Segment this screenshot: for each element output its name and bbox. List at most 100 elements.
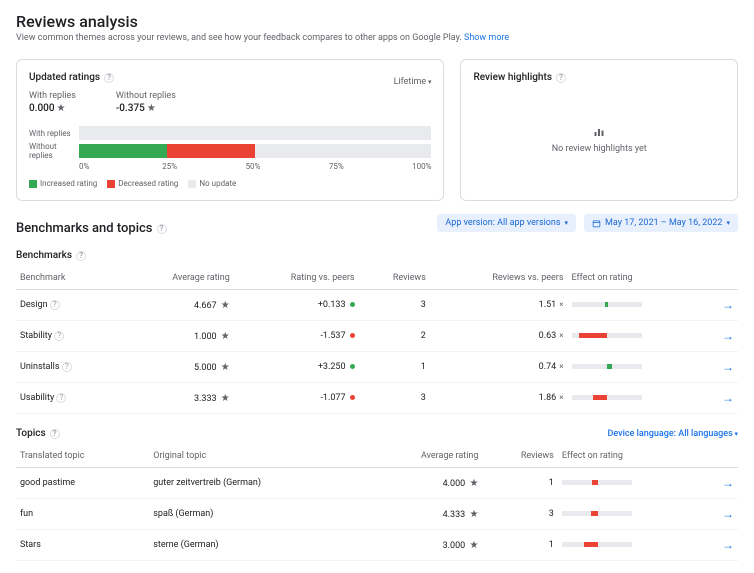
bench-name: Stability ? [16, 321, 120, 352]
bench-effect [568, 321, 704, 352]
topics-subhead: Topics [16, 428, 46, 439]
bench-name: Design ? [16, 290, 120, 321]
arrow-right-icon[interactable]: → [722, 476, 734, 490]
bench-peers: -1.537 [234, 321, 359, 352]
help-icon[interactable]: ? [62, 362, 72, 372]
col-avg: Average rating [120, 267, 234, 290]
help-icon[interactable]: ? [76, 251, 86, 261]
topic-original: spaß (German) [149, 499, 362, 530]
updated-ratings-chart: With replies Without replies 0% 25% 50% … [29, 126, 431, 171]
topic-translated: good pastime [16, 468, 149, 499]
bench-effect [568, 352, 704, 383]
col-benchmark: Benchmark [16, 267, 120, 290]
star-icon: ★ [221, 331, 230, 342]
help-icon[interactable]: ? [56, 393, 66, 403]
bench-rvp: 1.51 × [430, 290, 568, 321]
table-row: Starssterne (German)3.000 ★1 → [16, 530, 738, 561]
help-icon[interactable]: ? [54, 331, 64, 341]
table-row: funspaß (German)4.333 ★3→ [16, 499, 738, 530]
topic-translated: fun [16, 499, 149, 530]
legend-swatch-green [29, 180, 37, 188]
review-highlights-card: Review highlights ? No review highlights… [460, 59, 738, 201]
star-icon: ★ [469, 509, 478, 520]
trend-dot [350, 302, 355, 307]
help-icon[interactable]: ? [50, 300, 60, 310]
col-translated: Translated topic [16, 445, 149, 468]
bar-without-replies [79, 144, 431, 158]
bench-peers: +3.250 [234, 352, 359, 383]
topic-avg: 4.000 ★ [362, 468, 482, 499]
bar-with-replies [79, 126, 431, 140]
bench-reviews: 3 [359, 290, 430, 321]
legend-swatch-grey [188, 180, 196, 188]
bench-avg: 4.667 ★ [120, 290, 234, 321]
table-row: good pastimeguter zeitvertreib (German)4… [16, 468, 738, 499]
star-icon: ★ [147, 103, 156, 114]
arrow-right-icon[interactable]: → [722, 507, 734, 521]
table-row: Stability ?1.000 ★-1.53720.63 ×→ [16, 321, 738, 352]
bench-avg: 5.000 ★ [120, 352, 234, 383]
arrow-right-icon[interactable]: → [722, 391, 734, 405]
topic-avg: 4.333 ★ [362, 499, 482, 530]
bench-effect [568, 290, 704, 321]
star-icon: ★ [221, 393, 230, 404]
review-highlights-title: Review highlights [473, 72, 552, 83]
chart-legend: Increased rating Decreased rating No upd… [29, 179, 431, 188]
star-icon: ★ [469, 478, 478, 489]
show-more-link[interactable]: Show more [464, 33, 509, 43]
updated-ratings-card: Updated ratings ? Lifetime With replies … [16, 59, 444, 201]
app-version-filter[interactable]: App version: All app versions [437, 214, 576, 232]
star-icon: ★ [57, 103, 66, 114]
arrow-right-icon[interactable]: → [722, 329, 734, 343]
topic-effect [558, 468, 701, 499]
benchmarks-heading: Benchmarks and topics [16, 221, 153, 236]
col-rev: Reviews [482, 445, 557, 468]
bench-reviews: 3 [359, 383, 430, 414]
topic-effect [558, 530, 701, 561]
page-subtitle: View common themes across your reviews, … [16, 33, 738, 43]
topic-original: sterne (German) [149, 530, 362, 561]
bench-rvp: 0.63 × [430, 321, 568, 352]
date-range-filter[interactable]: May 17, 2021 – May 16, 2022 [584, 214, 738, 232]
help-icon[interactable]: ? [556, 73, 566, 83]
col-reviews: Reviews [359, 267, 430, 290]
trend-dot [350, 333, 355, 338]
topic-effect [558, 499, 701, 530]
topic-translated: Stars [16, 530, 149, 561]
topic-reviews: 1 [482, 530, 557, 561]
topic-reviews: 1 [482, 468, 557, 499]
bench-peers: -1.077 [234, 383, 359, 414]
bar-label: Without replies [29, 142, 79, 160]
help-icon[interactable]: ? [157, 224, 167, 234]
col-eff: Effect on rating [558, 445, 701, 468]
bench-reviews: 2 [359, 321, 430, 352]
help-icon[interactable]: ? [50, 429, 60, 439]
topic-original: guter zeitvertreib (German) [149, 468, 362, 499]
with-replies-label: With replies [29, 91, 76, 101]
help-icon[interactable]: ? [104, 73, 114, 83]
arrow-right-icon[interactable]: → [722, 538, 734, 552]
star-icon: ★ [221, 362, 230, 373]
legend-swatch-red [107, 180, 115, 188]
benchmarks-table: Benchmark Average rating Rating vs. peer… [16, 267, 738, 414]
arrow-right-icon[interactable]: → [722, 360, 734, 374]
without-replies-label: Without replies [116, 91, 176, 101]
col-peers: Rating vs. peers [234, 267, 359, 290]
table-row: Uninstalls ?5.000 ★+3.25010.74 ×→ [16, 352, 738, 383]
bar-label: With replies [29, 129, 79, 138]
arrow-right-icon[interactable]: → [722, 298, 734, 312]
trend-dot [350, 395, 355, 400]
language-filter[interactable]: Device language: All languages [607, 429, 738, 439]
bench-rvp: 0.74 × [430, 352, 568, 383]
topic-avg: 3.000 ★ [362, 530, 482, 561]
star-icon: ★ [469, 540, 478, 551]
bench-name: Usability ? [16, 383, 120, 414]
timeframe-dropdown[interactable]: Lifetime [394, 77, 432, 87]
bench-effect [568, 383, 704, 414]
bench-avg: 3.333 ★ [120, 383, 234, 414]
col-avg: Average rating [362, 445, 482, 468]
updated-ratings-title: Updated ratings [29, 72, 100, 83]
bar-chart-icon [593, 126, 605, 138]
col-original: Original topic [149, 445, 362, 468]
chart-axis: 0% 25% 50% 75% 100% [79, 162, 431, 171]
